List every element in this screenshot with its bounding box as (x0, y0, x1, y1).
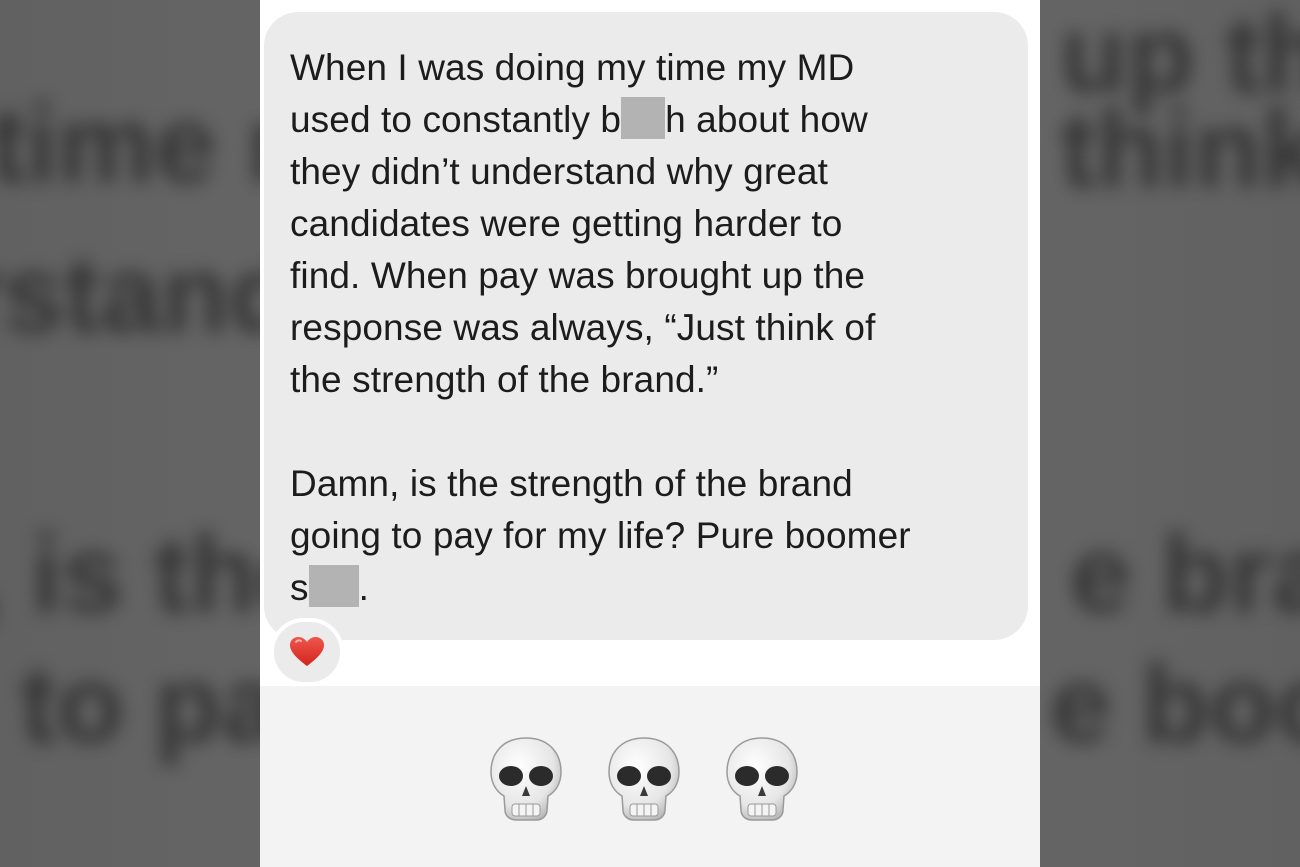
message-text: candidates were getting harder to (290, 203, 843, 244)
message-text: When I was doing my time my MD (290, 47, 855, 88)
message-text: s (290, 567, 309, 608)
message-text: response was always, “Just think of (290, 307, 876, 348)
blurred-word: e boo (1050, 643, 1300, 766)
message-text: the strength of the brand.” (290, 359, 719, 400)
redaction-block (621, 97, 666, 139)
heart-reaction[interactable] (270, 618, 344, 686)
chat-screenshot: When I was doing my time my MD used to c… (260, 0, 1040, 867)
message-paragraph-2: Damn, is the strength of the brand going… (290, 458, 1004, 614)
message-text: Damn, is the strength of the brand (290, 463, 853, 504)
screenshot-stage: time my rstand w , is the to pa up the t… (0, 0, 1300, 867)
skull-emoji-row[interactable] (488, 736, 800, 828)
blurred-word: think (1060, 88, 1300, 211)
reply-area (260, 686, 1040, 867)
message-text: they didn’t understand why great (290, 151, 828, 192)
redaction-block (308, 565, 359, 607)
message-text: used to constantly b (290, 99, 622, 140)
skull-icon (608, 737, 680, 821)
message-text: going to pay for my life? Pure boomer (290, 515, 911, 556)
message-text: . (358, 567, 369, 608)
skull-icon (726, 737, 798, 821)
received-message-bubble[interactable]: When I was doing my time my MD used to c… (264, 12, 1028, 640)
message-paragraph-1: When I was doing my time my MD used to c… (290, 42, 1004, 406)
blurred-word: e bran (1070, 513, 1300, 636)
skull-icon (490, 737, 562, 821)
message-text: find. When pay was brought up the (290, 255, 866, 296)
blurred-word: to pa (20, 643, 283, 766)
message-text: h about how (665, 99, 868, 140)
heart-icon (290, 637, 324, 666)
